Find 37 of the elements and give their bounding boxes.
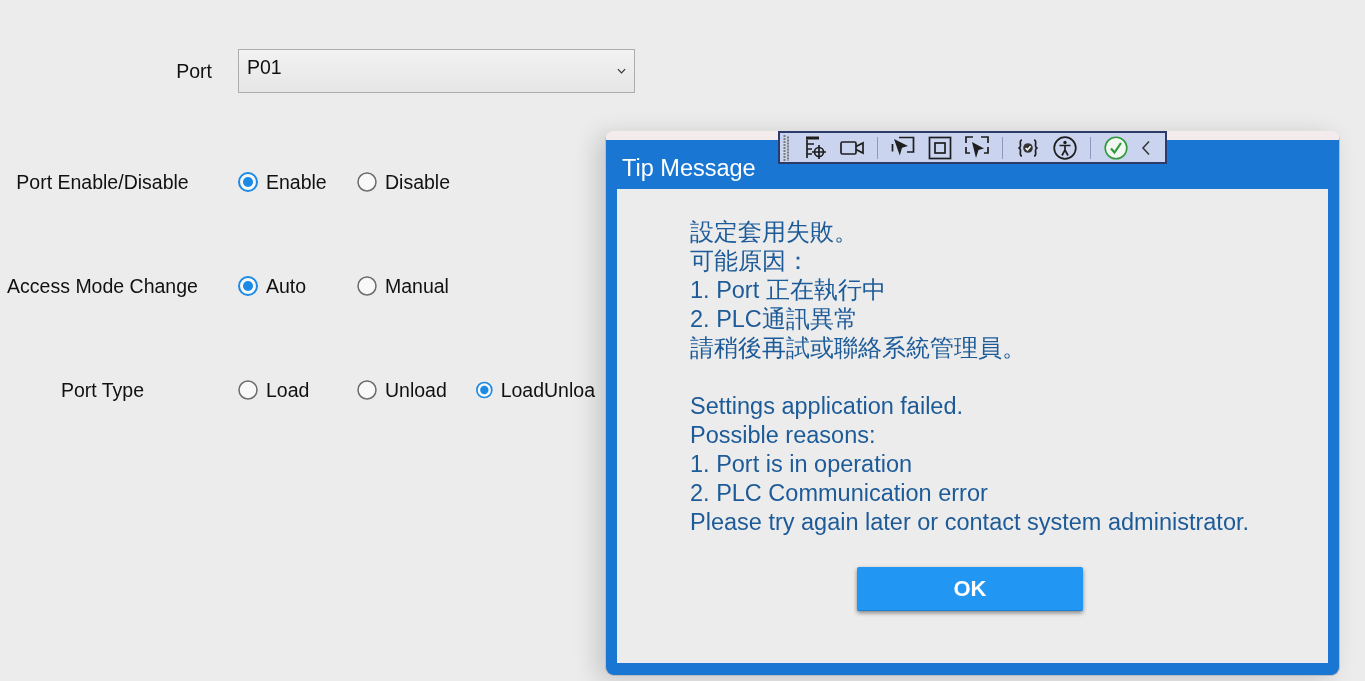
radio-label[interactable]: Load — [266, 378, 310, 402]
chevron-down-icon — [617, 68, 626, 74]
radio-label[interactable]: Auto — [266, 274, 307, 298]
radio-button[interactable] — [357, 380, 377, 400]
radio-button[interactable] — [238, 276, 258, 296]
radio-button[interactable] — [238, 380, 258, 400]
radio-label[interactable]: Disable — [385, 170, 451, 194]
message-line: 1. Port 正在執行中 — [690, 276, 886, 305]
message-line: Settings application failed. — [690, 392, 964, 421]
radio-label[interactable]: Manual — [385, 274, 449, 298]
message-line: 2. PLC通訊異常 — [690, 305, 858, 334]
chevron-left-icon[interactable] — [1141, 139, 1151, 156]
radio-button[interactable] — [357, 276, 377, 296]
field-label: Access Mode Change — [6, 274, 199, 298]
list-target-icon[interactable] — [803, 135, 827, 160]
message-line: 1. Port is in operation — [690, 450, 913, 479]
message-line: 設定套用失敗。 — [690, 218, 858, 247]
field-label: Port Type — [59, 378, 146, 402]
message-line: 可能原因： — [690, 247, 810, 276]
accessibility-icon[interactable] — [1053, 135, 1077, 160]
radio-button[interactable] — [476, 380, 493, 400]
message-line: 請稍後再試或聯絡系統管理員。 — [690, 334, 1026, 363]
radio-button[interactable] — [357, 172, 377, 192]
message-line: Possible reasons: — [690, 421, 876, 450]
square-icon[interactable] — [928, 135, 952, 160]
port-label: Port — [175, 59, 212, 83]
radio-label[interactable]: Unload — [385, 378, 447, 402]
port-dropdown[interactable]: P01 — [238, 49, 635, 93]
field-label: Port Enable/Disable — [15, 170, 190, 194]
drag-handle-icon[interactable] — [783, 134, 790, 161]
radio-label[interactable]: LoadUnloa — [500, 378, 595, 402]
dialog-title: Tip Message — [622, 155, 756, 182]
radio-label[interactable]: Enable — [266, 170, 327, 194]
check-circle-icon[interactable] — [1104, 135, 1128, 160]
message-line: 2. PLC Communication error — [690, 479, 988, 508]
message-line: Please try again later or contact system administrator. — [690, 508, 1250, 537]
radio-button[interactable] — [238, 172, 258, 192]
